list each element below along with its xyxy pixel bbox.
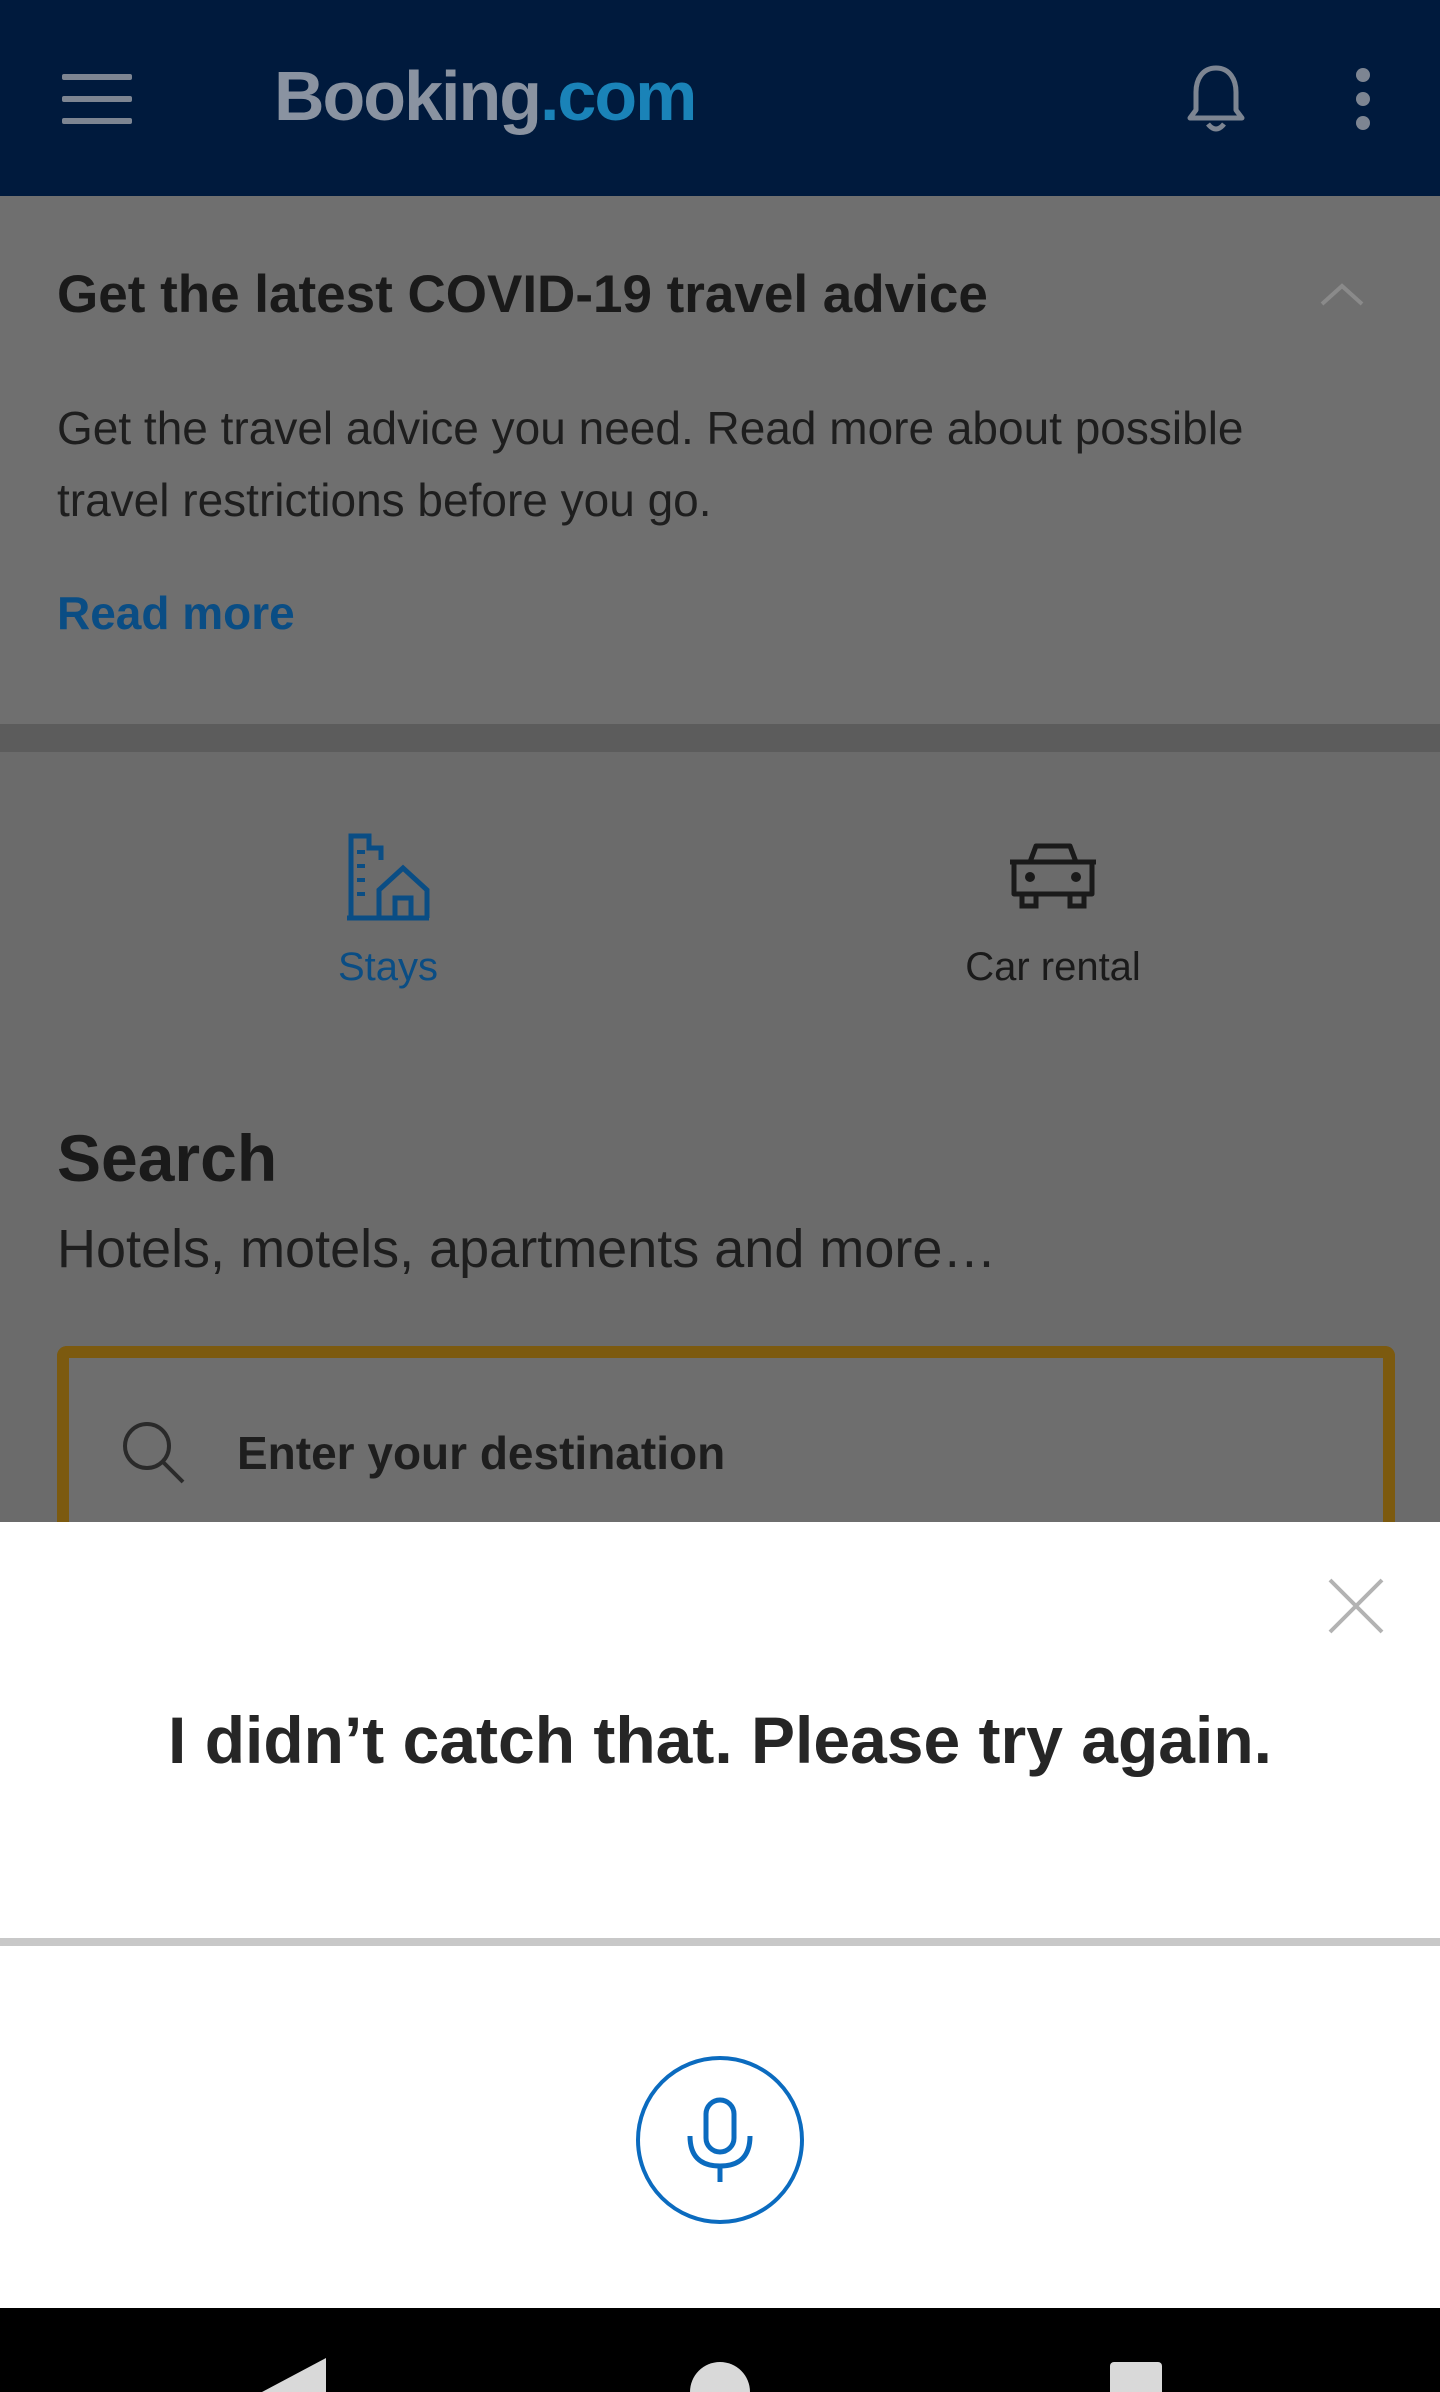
- microphone-icon: [687, 2097, 753, 2182]
- tab-car-rental-label: Car rental: [965, 945, 1141, 989]
- search-heading: Search: [57, 1121, 278, 1195]
- home-circle-icon[interactable]: [690, 2362, 750, 2392]
- main-content: Get the latest COVID-19 travel advice Ge…: [0, 196, 1440, 1558]
- hamburger-menu-icon[interactable]: [62, 74, 132, 124]
- recents-square-icon[interactable]: [1110, 2362, 1162, 2392]
- covid-banner-title: Get the latest COVID-19 travel advice: [57, 265, 988, 324]
- covid-banner-body: Get the travel advice you need. Read mor…: [57, 402, 1244, 526]
- search-icon: [119, 1418, 189, 1488]
- covid-banner: Get the latest COVID-19 travel advice Ge…: [0, 196, 1440, 724]
- tab-stays[interactable]: Stays: [238, 832, 538, 990]
- voice-error-message: I didn’t catch that. Please try again.: [168, 1703, 1272, 1777]
- more-vert-icon[interactable]: [1352, 68, 1374, 130]
- logo-text-com: .com: [539, 57, 697, 135]
- app-bar: Booking.com: [0, 0, 1440, 196]
- tab-stays-label: Stays: [337, 945, 439, 989]
- building-house-icon: [238, 832, 538, 927]
- search-subheading: Hotels, motels, apartments and more…: [57, 1219, 997, 1279]
- sheet-divider: [0, 1938, 1440, 1946]
- chevron-up-icon[interactable]: [1320, 282, 1364, 306]
- section-divider: [0, 724, 1440, 752]
- microphone-button[interactable]: [636, 2056, 804, 2224]
- tab-car-rental[interactable]: Car rental: [903, 832, 1203, 990]
- booking-logo[interactable]: Booking.com: [274, 56, 697, 136]
- close-icon[interactable]: [1326, 1576, 1386, 1636]
- destination-placeholder: Enter your destination: [237, 1427, 726, 1479]
- logo-text-booking: Booking: [274, 57, 542, 135]
- system-navigation-bar: [0, 2308, 1440, 2392]
- read-more-link[interactable]: Read more: [57, 586, 295, 640]
- car-icon: [903, 832, 1203, 927]
- bell-icon[interactable]: [1186, 62, 1246, 134]
- voice-search-sheet: I didn’t catch that. Please try again.: [0, 1522, 1440, 2308]
- back-triangle-icon[interactable]: [262, 2358, 326, 2392]
